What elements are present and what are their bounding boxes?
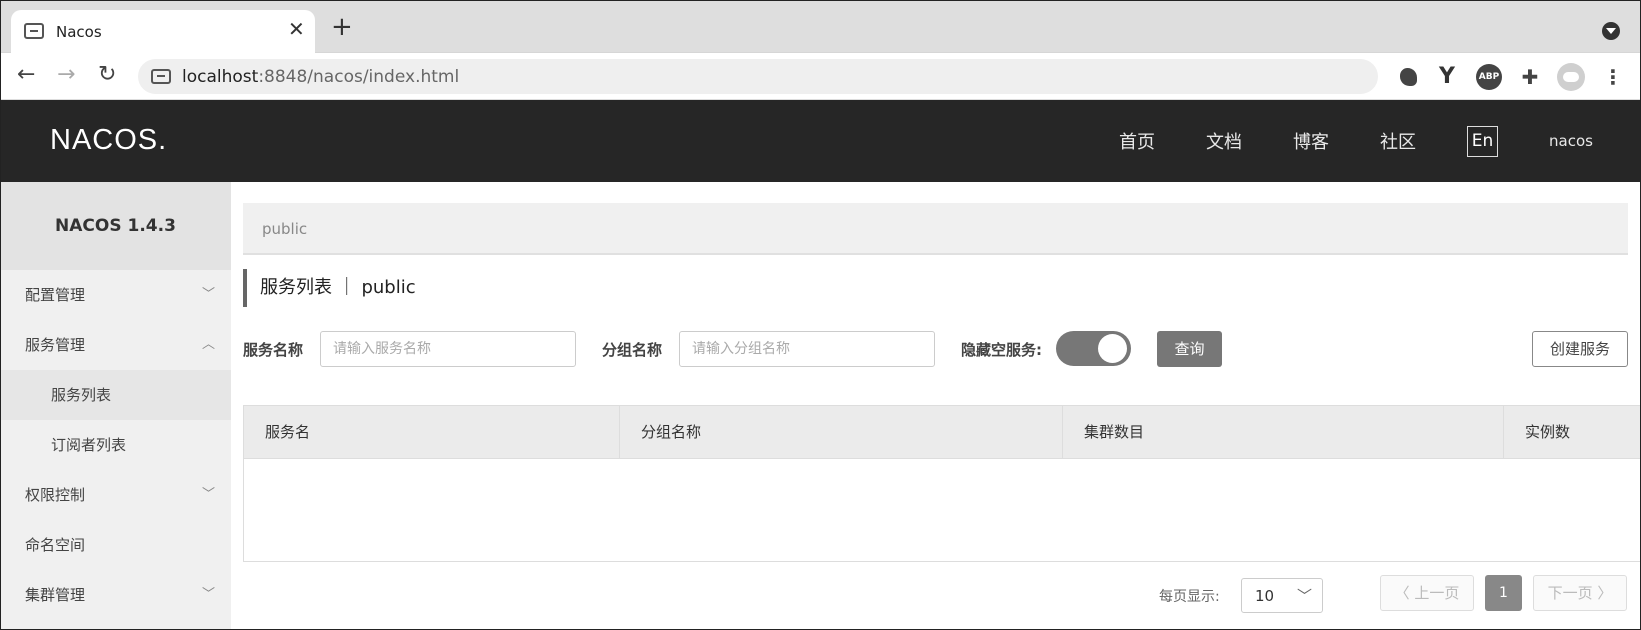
address-bar[interactable]: localhost:8848/nacos/index.html	[138, 59, 1378, 94]
sidebar: NACOS 1.4.3 配置管理 ﹀ 服务管理 ︿ 服务列表 订阅者列表 权限控…	[0, 182, 231, 630]
service-name-label: 服务名称	[243, 341, 304, 359]
sidebar-item-label: 权限控制	[25, 486, 86, 504]
url-text: localhost:8848/nacos/index.html	[182, 67, 460, 87]
sidebar-item-label: 订阅者列表	[51, 436, 127, 454]
nav-community-link[interactable]: 社区	[1380, 128, 1416, 154]
column-header-instance-count: 实例数	[1525, 423, 1571, 441]
page-title: 服务列表 ｜ public	[260, 277, 416, 298]
prev-page-button[interactable]: 〈 上一页	[1380, 575, 1474, 611]
sidebar-item-label: 命名空间	[25, 536, 86, 554]
group-name-label: 分组名称	[602, 341, 663, 359]
page-number-current[interactable]: 1	[1485, 575, 1522, 611]
browser-toolbar: ← → ↻ localhost:8848/nacos/index.html Y …	[0, 53, 1641, 100]
hide-empty-toggle[interactable]	[1056, 331, 1131, 366]
sidebar-item-config-management[interactable]: 配置管理 ﹀	[0, 270, 231, 320]
y-extension-icon[interactable]: Y	[1435, 65, 1459, 89]
page-size-label: 每页显示:	[1159, 589, 1220, 605]
chevron-up-icon: ︿	[201, 337, 215, 352]
service-name-input[interactable]	[320, 331, 576, 367]
sidebar-item-namespace[interactable]: 命名空间	[0, 520, 231, 570]
browser-tab[interactable]: Nacos ✕	[11, 10, 315, 54]
nacos-logo[interactable]: NACOS.	[50, 124, 167, 157]
table-header: 服务名 分组名称 集群数目 实例数	[244, 406, 1641, 459]
evernote-extension-icon[interactable]	[1397, 65, 1421, 89]
page-size-select[interactable]: 10 ﹀	[1241, 578, 1323, 613]
new-tab-button[interactable]: +	[331, 14, 353, 40]
forward-arrow-icon[interactable]: →	[57, 62, 75, 88]
next-page-button[interactable]: 下一页 〉	[1533, 575, 1627, 611]
nav-home-link[interactable]: 首页	[1119, 128, 1155, 154]
user-menu[interactable]: nacos	[1549, 132, 1593, 150]
profile-avatar-icon[interactable]	[1557, 63, 1585, 91]
tab-close-icon[interactable]: ✕	[288, 19, 305, 39]
group-name-input[interactable]	[679, 331, 935, 367]
service-table: 服务名 分组名称 集群数目 实例数	[243, 405, 1641, 562]
sidebar-item-subscriber-list[interactable]: 订阅者列表	[0, 420, 231, 470]
browser-tab-strip: Nacos ✕ +	[0, 0, 1641, 54]
page-title-block: 服务列表 ｜ public	[243, 269, 416, 307]
chevron-down-icon: ﹀	[1296, 587, 1312, 605]
namespace-public[interactable]: public	[262, 220, 307, 238]
sidebar-item-service-list[interactable]: 服务列表	[0, 370, 231, 420]
extensions-puzzle-icon[interactable]: ✚	[1518, 65, 1542, 89]
page-favicon-icon	[24, 23, 44, 39]
sidebar-item-label: 配置管理	[25, 286, 86, 304]
back-arrow-icon[interactable]: ←	[17, 62, 35, 88]
query-button[interactable]: 查询	[1157, 331, 1222, 367]
toggle-knob	[1098, 334, 1127, 363]
column-header-service-name: 服务名	[244, 406, 620, 459]
sidebar-item-service-management[interactable]: 服务管理 ︿	[0, 320, 231, 370]
browser-menu-icon[interactable]: ⋮	[1601, 65, 1625, 89]
nav-docs-link[interactable]: 文档	[1206, 128, 1242, 154]
page-info-icon[interactable]	[151, 69, 171, 84]
sidebar-item-cluster-management[interactable]: 集群管理 ﹀	[0, 570, 231, 620]
tab-title: Nacos	[56, 23, 102, 41]
create-service-button[interactable]: 创建服务	[1532, 331, 1628, 367]
tab-search-icon[interactable]	[1602, 22, 1620, 40]
adblock-extension-icon[interactable]: ABP	[1476, 64, 1502, 90]
sidebar-version: NACOS 1.4.3	[0, 182, 231, 270]
chevron-down-icon: ﹀	[201, 587, 215, 602]
chevron-down-icon: ﹀	[201, 287, 215, 302]
namespace-bar: public	[243, 203, 1628, 255]
page-size-value: 10	[1255, 587, 1275, 605]
reload-icon[interactable]: ↻	[98, 62, 116, 88]
hide-empty-label: 隐藏空服务:	[961, 341, 1042, 359]
column-header-cluster-count: 集群数目	[1063, 406, 1504, 459]
app-header: NACOS. 首页 文档 博客 社区 En nacos	[0, 100, 1641, 182]
sidebar-item-label: 服务管理	[25, 336, 86, 354]
sidebar-item-label: 服务列表	[51, 386, 112, 404]
language-switch-button[interactable]: En	[1467, 126, 1498, 157]
chevron-down-icon: ﹀	[201, 487, 215, 502]
sidebar-item-label: 集群管理	[25, 586, 86, 604]
nav-blog-link[interactable]: 博客	[1293, 128, 1329, 154]
column-header-group-name: 分组名称	[620, 406, 1063, 459]
sidebar-item-access-control[interactable]: 权限控制 ﹀	[0, 470, 231, 520]
